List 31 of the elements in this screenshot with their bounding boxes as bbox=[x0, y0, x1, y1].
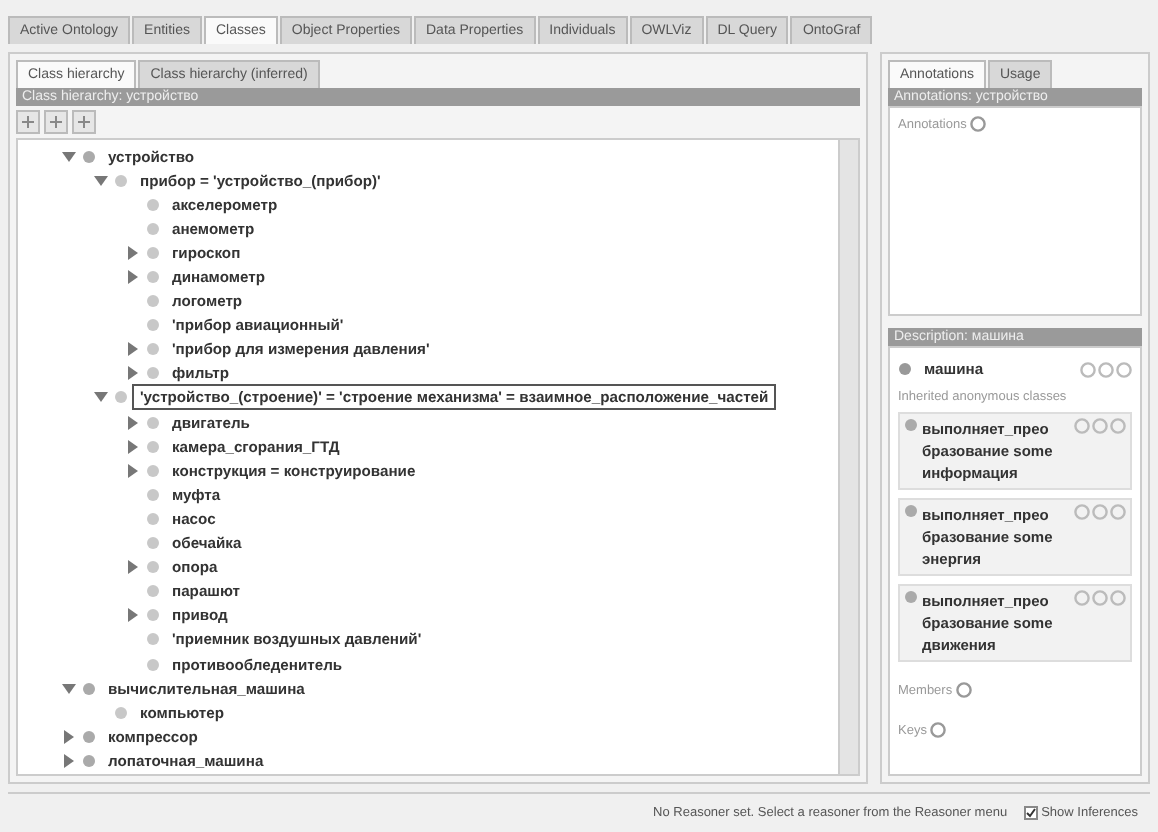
expand-arrow-icon[interactable] bbox=[126, 415, 140, 430]
add-sibling-icon[interactable] bbox=[44, 110, 68, 134]
expand-arrow-icon[interactable] bbox=[126, 366, 140, 381]
expand-arrow-icon[interactable] bbox=[126, 439, 140, 454]
class-icon bbox=[114, 390, 128, 405]
class-icon bbox=[114, 705, 128, 720]
class-icon bbox=[898, 362, 912, 376]
expand-arrow-icon[interactable] bbox=[126, 560, 140, 575]
class-icon bbox=[114, 173, 128, 188]
checkbox[interactable] bbox=[1023, 806, 1038, 820]
add-icon[interactable] bbox=[970, 116, 987, 132]
expand-arrow-icon[interactable] bbox=[126, 342, 140, 357]
add-subclass-icon[interactable] bbox=[16, 110, 40, 134]
expand-arrow-icon[interactable] bbox=[126, 270, 140, 285]
expand-arrow-icon[interactable] bbox=[126, 245, 140, 260]
expand-arrow-icon[interactable] bbox=[62, 729, 76, 744]
collapse-arrow-icon[interactable] bbox=[94, 390, 108, 405]
class-icon bbox=[904, 590, 918, 604]
class-icon bbox=[904, 504, 918, 518]
class-icon bbox=[82, 681, 96, 696]
expand-arrow-icon[interactable] bbox=[126, 608, 140, 623]
collapse-arrow-icon[interactable] bbox=[94, 173, 108, 188]
expand-arrow-icon[interactable] bbox=[126, 463, 140, 478]
class-icon bbox=[904, 418, 918, 432]
expand-arrow-icon[interactable] bbox=[62, 753, 76, 768]
collapse-arrow-icon[interactable] bbox=[62, 149, 76, 164]
scrollbar[interactable] bbox=[838, 140, 858, 774]
add-icon[interactable] bbox=[956, 682, 973, 698]
collapse-arrow-icon[interactable] bbox=[62, 681, 76, 696]
class-icon bbox=[82, 149, 96, 164]
add-icon[interactable] bbox=[930, 722, 947, 738]
